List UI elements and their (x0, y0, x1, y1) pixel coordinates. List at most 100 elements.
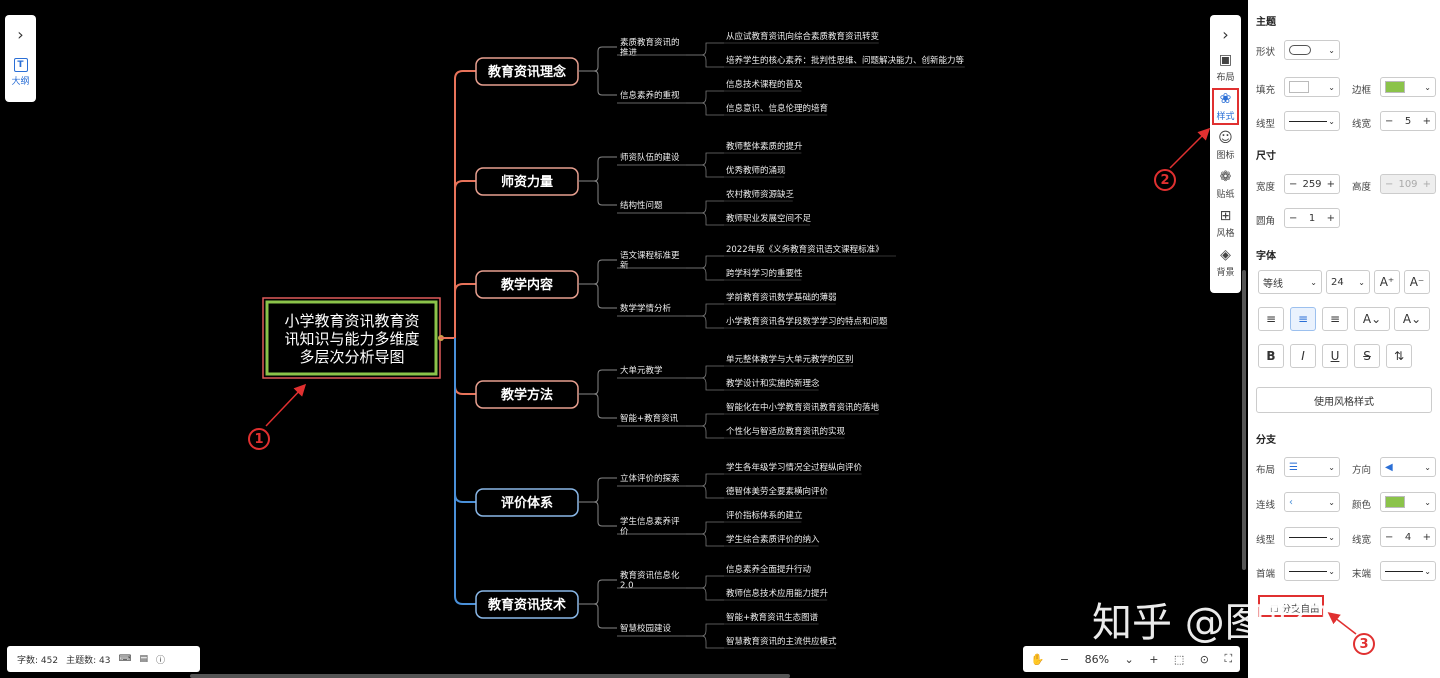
font-grow-button[interactable]: A⁺ (1374, 270, 1400, 294)
child-node-text[interactable]: 素质教育资讯的 (620, 37, 680, 48)
plus-icon[interactable]: + (1327, 179, 1335, 190)
root-node-text[interactable]: 多层次分析导图 (299, 348, 404, 366)
leaf-node-text[interactable]: 学生综合素质评价的纳入 (726, 534, 820, 545)
fit-screen-icon[interactable]: ⬚ (1174, 653, 1184, 666)
child-node-text[interactable]: 学生信息素养评 (620, 516, 680, 527)
outline-icon[interactable]: T (13, 58, 28, 72)
linetype-select[interactable]: ⌄ (1284, 111, 1340, 131)
zoom-in-button[interactable]: + (1149, 653, 1158, 666)
leaf-node-text[interactable]: 学前教育资讯数学基础的薄弱 (726, 292, 837, 303)
mindmap-canvas[interactable]: 小学教育资讯教育资 讯知识与能力多维度 多层次分析导图 教育资讯理念 素质教育资讯的 推进… (0, 0, 1248, 678)
leaf-node-text[interactable]: 德智体美劳全要素横向评价 (726, 486, 829, 497)
zoom-out-button[interactable]: − (1060, 653, 1069, 666)
child-node-text[interactable]: 大单元教学 (620, 365, 663, 376)
mindmap-svg[interactable]: 小学教育资讯教育资讯知识与能力多维度多层次分析导图 教育资讯理念 素质教育资讯的推进… (0, 0, 1248, 678)
leaf-node-text[interactable]: 个性化与智适应教育资讯的实现 (726, 426, 846, 437)
leaf-node-text[interactable]: 智能化在中小学教育资讯教育资讯的落地 (726, 402, 880, 413)
connector-select[interactable]: ‹ ⌄ (1284, 492, 1340, 512)
leaf-node-text[interactable]: 信息意识、信息伦理的培育 (726, 103, 828, 114)
leaf-node-text[interactable]: 优秀教师的涌现 (726, 165, 786, 176)
child-node-text[interactable]: 师资队伍的建设 (620, 152, 680, 163)
toolbar-layout[interactable]: ▣ 布局 (1216, 52, 1234, 83)
child-node-text[interactable]: 智能+教育资讯 (620, 413, 679, 424)
branch-node-text[interactable]: 教学方法 (500, 387, 553, 403)
plus-icon[interactable]: + (1327, 213, 1335, 224)
chevron-down-icon[interactable]: ⌄ (1125, 653, 1134, 666)
font-size-select[interactable]: 24 ⌄ (1326, 270, 1370, 294)
align-right-button[interactable]: ≡ (1322, 307, 1348, 331)
leaf-node-text[interactable]: 信息素养全面提升行动 (726, 564, 812, 575)
leaf-node-text[interactable]: 智慧教育资讯的主流供应模式 (726, 636, 837, 647)
outline-label[interactable]: 大纲 (11, 74, 29, 87)
child-node-text[interactable]: 教育资讯信息化 (620, 570, 680, 581)
radius-stepper[interactable]: − 1 + (1284, 208, 1340, 228)
sort-icon[interactable]: ⇅ (1386, 344, 1412, 368)
fill-color-select[interactable]: ⌄ (1284, 77, 1340, 97)
child-node-text[interactable]: 新 (620, 260, 629, 271)
child-node-text[interactable]: 语文课程标准更 (620, 250, 680, 261)
use-style-button[interactable]: 使用风格样式 (1256, 387, 1432, 413)
leaf-node-text[interactable]: 教师信息技术应用能力提升 (726, 588, 829, 599)
fullscreen-icon[interactable]: ⛶ (1224, 652, 1232, 666)
strikethrough-button[interactable]: S (1354, 344, 1380, 368)
toolbar-icon[interactable]: ☺ 图标 (1216, 130, 1234, 161)
toolbar-sticker[interactable]: ❁ 贴纸 (1216, 169, 1234, 200)
highlight-color-button[interactable]: A⌄ (1394, 307, 1430, 331)
branch-linewidth-stepper[interactable]: − 4 + (1380, 527, 1436, 547)
font-shrink-button[interactable]: A⁻ (1404, 270, 1430, 294)
minus-icon[interactable]: − (1289, 213, 1297, 224)
linewidth-stepper[interactable]: − 5 + (1380, 111, 1436, 131)
leaf-node-text[interactable]: 学生各年级学习情况全过程纵向评价 (726, 462, 863, 473)
child-node-text[interactable]: 立体评价的探索 (620, 473, 680, 484)
leaf-node-text[interactable]: 评价指标体系的建立 (726, 510, 803, 521)
leaf-node-text[interactable]: 农村教师资源缺乏 (726, 189, 795, 200)
width-stepper[interactable]: −259 + (1284, 174, 1340, 194)
expand-chevron-icon[interactable]: › (17, 25, 23, 44)
align-left-button[interactable]: ≡ (1258, 307, 1284, 331)
leaf-node-text[interactable]: 培养学生的核心素养：批判性思维、问题解决能力、创新能力等 (726, 55, 965, 66)
align-center-button[interactable]: ≡ (1290, 307, 1316, 331)
leaf-node-text[interactable]: 单元整体教学与大单元教学的区别 (726, 354, 854, 365)
toolbar-background[interactable]: ◈ 背景 (1216, 247, 1234, 278)
leaf-node-text[interactable]: 跨学科学习的重要性 (726, 268, 803, 279)
font-family-select[interactable]: 等线 ⌄ (1258, 270, 1322, 294)
minus-icon[interactable]: − (1385, 532, 1393, 543)
shape-select[interactable]: ⌄ (1284, 40, 1340, 60)
branch-linewidth-value[interactable]: 4 (1405, 532, 1411, 543)
root-node-text[interactable]: 小学教育资讯教育资 (284, 312, 419, 330)
leaf-node-text[interactable]: 小学教育资讯各学段数学学习的特点和问题 (726, 316, 888, 327)
head-select[interactable]: ⌄ (1284, 561, 1340, 581)
branch-node-text[interactable]: 教育资讯理念 (487, 64, 566, 80)
border-color-select[interactable]: ⌄ (1380, 77, 1436, 97)
italic-button[interactable]: I (1290, 344, 1316, 368)
hand-icon[interactable]: ✋ (1031, 653, 1045, 666)
locate-icon[interactable]: ⊙ (1200, 653, 1209, 666)
leaf-node-text[interactable]: 智能+教育资讯生态图谱 (726, 612, 819, 623)
leaf-node-text[interactable]: 信息技术课程的普及 (726, 79, 803, 90)
child-node-text[interactable]: 2.0 (620, 581, 634, 591)
font-color-button[interactable]: A⌄ (1354, 307, 1390, 331)
underline-button[interactable]: U (1322, 344, 1348, 368)
leaf-node-text[interactable]: 教师职业发展空间不足 (726, 213, 812, 224)
child-node-text[interactable]: 结构性问题 (620, 200, 663, 211)
child-node-text[interactable]: 推进 (620, 47, 638, 58)
branch-node-text[interactable]: 教学内容 (500, 277, 553, 293)
radius-value[interactable]: 1 (1309, 213, 1315, 224)
info-icon[interactable]: ⓘ (156, 653, 165, 666)
leaf-node-text[interactable]: 2022年版《义务教育资讯语文课程标准》 (726, 244, 884, 255)
toolbar-theme[interactable]: ⊞ 风格 (1216, 208, 1234, 239)
leaf-node-text[interactable]: 从应试教育资讯向综合素质教育资讯转变 (726, 31, 880, 42)
direction-select[interactable]: ◀ ⌄ (1380, 457, 1436, 477)
horizontal-scrollbar[interactable] (190, 674, 790, 678)
plus-icon[interactable]: + (1423, 116, 1431, 127)
collapse-chevron-icon[interactable]: › (1222, 25, 1228, 44)
child-node-text[interactable]: 智慧校园建设 (620, 623, 672, 634)
branch-linetype-select[interactable]: ⌄ (1284, 527, 1340, 547)
minus-icon[interactable]: − (1385, 116, 1393, 127)
minus-icon[interactable]: − (1289, 179, 1297, 190)
linewidth-value[interactable]: 5 (1405, 116, 1411, 127)
branch-node-text[interactable]: 师资力量 (501, 174, 553, 190)
vertical-scrollbar[interactable] (1242, 270, 1246, 570)
child-node-text[interactable]: 信息素养的重视 (620, 90, 680, 101)
branch-color-select[interactable]: ⌄ (1380, 492, 1436, 512)
